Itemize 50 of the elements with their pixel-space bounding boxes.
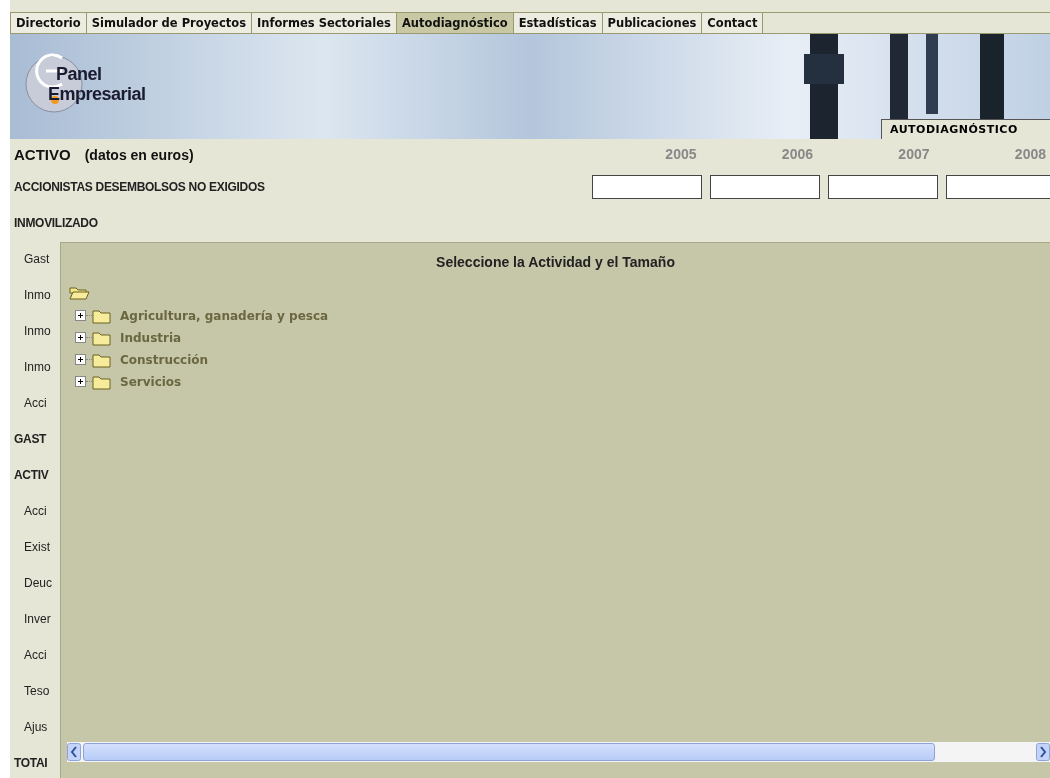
row-label: Deuc — [23, 576, 52, 590]
section-label: AUTODIAGNÓSTICO — [881, 119, 1050, 139]
input-field[interactable] — [946, 175, 1050, 199]
input-field[interactable] — [710, 175, 820, 199]
row-label: Inmo — [23, 288, 51, 302]
row-label: INMOVILIZADO — [14, 216, 98, 230]
row-label: Inver — [23, 612, 51, 626]
logo-text: Panel — [56, 64, 103, 84]
input-field[interactable] — [592, 175, 702, 199]
unit-label: (datos en euros) — [84, 146, 194, 163]
nav-tab[interactable]: Publicaciones — [602, 13, 703, 33]
row-label: Teso — [23, 684, 50, 698]
row-label: GAST — [14, 432, 47, 446]
input-field[interactable] — [828, 175, 938, 199]
plus-box-icon[interactable] — [75, 354, 86, 365]
row-label: Acci — [23, 504, 47, 518]
scroll-thumb[interactable] — [83, 743, 935, 761]
nav-tab[interactable]: Estadísticas — [513, 13, 603, 33]
nav-tab[interactable]: Autodiagnóstico — [396, 13, 514, 33]
plus-box-icon[interactable] — [75, 332, 86, 343]
nav-tab[interactable]: Directorio — [10, 13, 87, 33]
table-title: ACTIVO — [14, 145, 71, 163]
row-label: TOTAI — [14, 756, 48, 770]
row-label: Ajus — [23, 720, 48, 734]
scroll-left-icon — [67, 743, 81, 761]
dialog-title: Seleccione la Actividad y el Tamaño — [435, 254, 676, 270]
nav-tab[interactable]: Contact — [702, 13, 764, 33]
row-label: Acci — [23, 396, 47, 410]
logo-text: Empresarial — [48, 84, 146, 104]
row-label: Exist — [23, 540, 50, 554]
row-label: ACTIV — [14, 468, 49, 482]
row-label: Inmo — [23, 360, 51, 374]
folder-icon — [92, 351, 112, 368]
folder-icon — [92, 373, 112, 390]
row-label: Inmo — [23, 324, 51, 338]
plus-box-icon[interactable] — [75, 310, 86, 321]
horizontal-scrollbar[interactable] — [67, 742, 1050, 762]
column-header: 2008 — [1013, 146, 1047, 162]
folder-icon — [92, 307, 112, 324]
scroll-right-icon — [1036, 743, 1050, 761]
column-header: 2005 — [664, 146, 698, 162]
nav-tab[interactable]: Simulador de Proyectos — [86, 13, 252, 33]
nav-tab[interactable]: Informes Sectoriales — [252, 13, 397, 33]
column-header: 2006 — [780, 146, 814, 162]
folder-icon — [92, 329, 112, 346]
row-label: Gast — [23, 252, 50, 266]
row-label: Acci — [23, 648, 47, 662]
plus-box-icon[interactable] — [75, 376, 86, 387]
row-label: ACCIONISTAS DESEMBOLSOS NO EXIGIDOS — [14, 180, 265, 194]
column-header: 2007 — [897, 146, 931, 162]
